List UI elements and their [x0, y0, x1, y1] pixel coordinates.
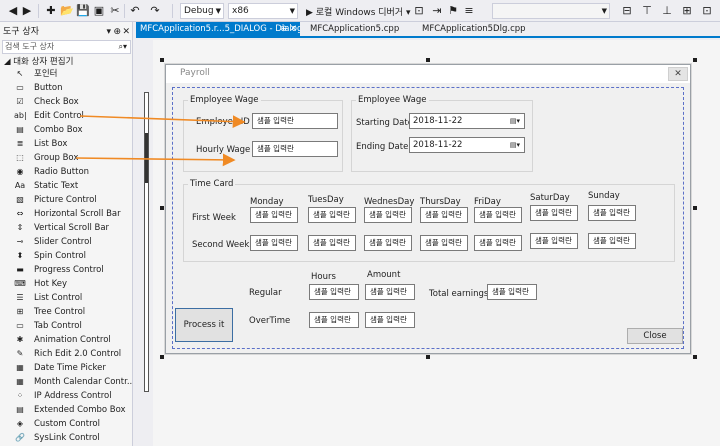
arrow-group-box [75, 153, 236, 167]
arrow-edit-control [79, 115, 246, 128]
annotation-arrows [75, 115, 246, 167]
